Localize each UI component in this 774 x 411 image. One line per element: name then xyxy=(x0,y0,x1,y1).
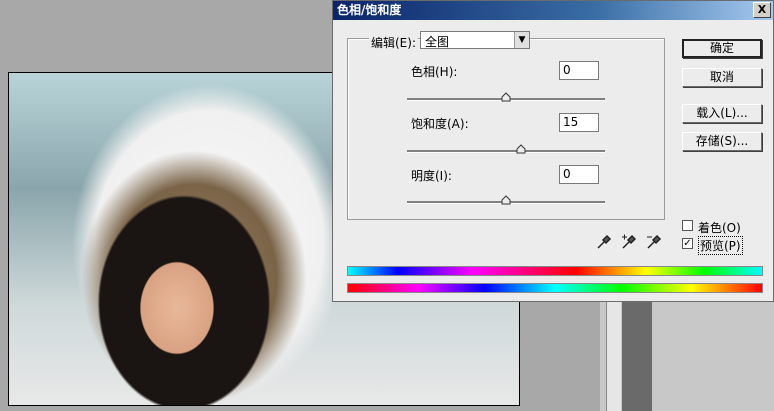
dialog-titlebar[interactable]: 色相/饱和度 xyxy=(333,1,773,20)
source-color-bar xyxy=(347,266,763,276)
load-button[interactable]: 载入(L)... xyxy=(682,104,762,123)
lightness-input[interactable]: 0 xyxy=(559,165,599,184)
eyedropper-icon[interactable] xyxy=(595,233,613,251)
background-scrollbar xyxy=(606,300,621,411)
chevron-down-icon[interactable]: ▼ xyxy=(514,32,529,48)
colorize-label: 着色(O) xyxy=(698,221,741,235)
hue-slider-thumb[interactable] xyxy=(501,92,511,102)
saturation-slider-track[interactable] xyxy=(407,144,605,154)
hue-input[interactable]: 0 xyxy=(559,61,599,80)
adjustment-group xyxy=(347,38,665,220)
colorize-checkbox[interactable] xyxy=(682,220,693,231)
saturation-label: 饱和度(A): xyxy=(411,117,469,131)
cancel-button[interactable]: 取消 xyxy=(682,68,762,87)
save-button[interactable]: 存储(S)... xyxy=(682,132,762,151)
eyedropper-minus-icon[interactable] xyxy=(645,233,663,251)
lightness-slider-track[interactable] xyxy=(407,195,605,205)
hue-label: 色相(H): xyxy=(411,65,458,79)
background-panel-dark xyxy=(622,300,652,411)
edit-dropdown[interactable]: 全图 ▼ xyxy=(420,31,530,49)
preview-checkbox[interactable]: ✓ xyxy=(682,238,693,249)
hue-slider-track[interactable] xyxy=(407,92,605,102)
close-button[interactable]: X xyxy=(753,2,771,18)
eyedropper-plus-icon[interactable] xyxy=(620,233,638,251)
saturation-input[interactable]: 15 xyxy=(559,113,599,132)
preview-label: 预览(P) xyxy=(698,236,743,255)
lightness-label: 明度(I): xyxy=(411,169,452,183)
dialog-title: 色相/饱和度 xyxy=(337,3,402,17)
edit-dropdown-value: 全图 xyxy=(425,35,450,49)
ok-button[interactable]: 确定 xyxy=(682,39,762,58)
saturation-slider-thumb[interactable] xyxy=(516,144,526,154)
lightness-slider-thumb[interactable] xyxy=(501,195,511,205)
result-color-bar xyxy=(347,283,763,293)
edit-label: 编辑(E): xyxy=(369,34,418,51)
hue-saturation-dialog: 色相/饱和度 X 编辑(E): 全图 ▼ 色相(H): 0 饱和度(A): 15… xyxy=(332,0,774,302)
